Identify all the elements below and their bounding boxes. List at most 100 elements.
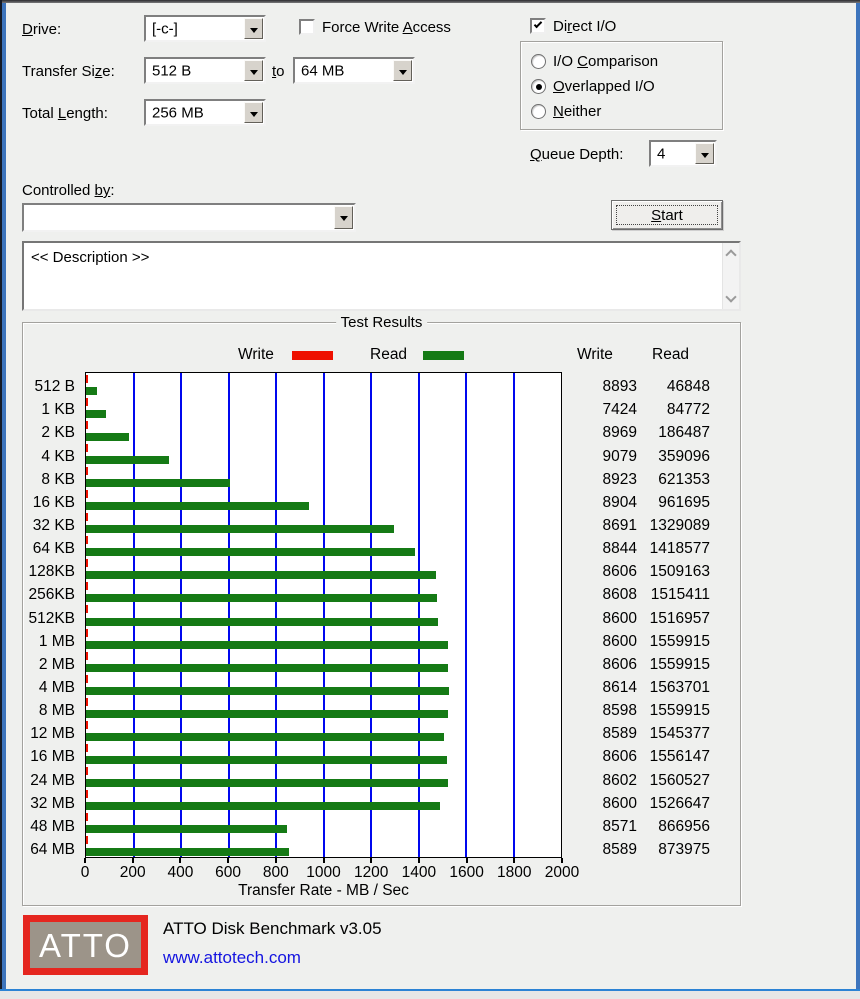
read-value: 186487 — [640, 418, 710, 441]
queue-depth-select[interactable]: 4 — [649, 140, 717, 167]
controlled-by-select[interactable] — [22, 203, 356, 232]
write-values-column: 8893742489699079892389048691884486068608… — [557, 372, 637, 858]
read-value: 1509163 — [640, 557, 710, 580]
total-length-dropdown-button[interactable] — [244, 102, 263, 123]
read-value: 84772 — [640, 395, 710, 418]
write-bar — [86, 536, 88, 544]
x-axis-tick-label: 800 — [263, 864, 289, 882]
read-bar — [86, 687, 449, 695]
write-bar — [86, 675, 88, 683]
read-value: 1560527 — [640, 765, 710, 788]
scroll-down-icon[interactable] — [725, 291, 736, 302]
tick-mark — [275, 858, 277, 863]
chart-row — [86, 488, 561, 511]
chevron-down-icon — [250, 70, 258, 79]
read-bar — [86, 479, 230, 487]
io-comparison-label: I/O Comparison — [553, 53, 658, 70]
chart-row — [86, 719, 561, 742]
controlled-by-dropdown-button[interactable] — [334, 206, 353, 229]
neither-radio[interactable] — [531, 104, 546, 119]
focus-rectangle — [616, 205, 718, 225]
chart-row — [86, 419, 561, 442]
chart-row — [86, 742, 561, 765]
chart-row — [86, 511, 561, 534]
read-value: 621353 — [640, 465, 710, 488]
tick-mark — [227, 858, 229, 863]
attotech-link[interactable]: www.attotech.com — [163, 948, 301, 968]
description-scrollbar[interactable] — [722, 243, 739, 309]
tick-mark — [370, 858, 372, 863]
chart-row — [86, 834, 561, 857]
drive-select[interactable]: [-c-] — [144, 15, 266, 42]
y-axis-label: 16 MB — [0, 742, 80, 765]
write-value: 8893 — [557, 372, 637, 395]
write-value: 8691 — [557, 511, 637, 534]
chart-row — [86, 811, 561, 834]
transfer-size-from-dropdown-button[interactable] — [244, 60, 263, 81]
scroll-up-icon[interactable] — [725, 249, 736, 260]
queue-depth-label: Queue Depth: — [530, 146, 623, 163]
force-write-access-checkbox[interactable] — [299, 19, 315, 35]
x-axis-tick-label: 2000 — [545, 864, 579, 882]
transfer-size-from-select[interactable]: 512 B — [144, 57, 266, 84]
y-axis-label: 64 MB — [0, 835, 80, 858]
write-value: 8602 — [557, 765, 637, 788]
x-axis-tick-label: 1800 — [497, 864, 531, 882]
drive-label: Drive: — [22, 21, 61, 38]
read-bar — [86, 387, 97, 395]
write-value: 9079 — [557, 441, 637, 464]
read-bar — [86, 502, 309, 510]
transfer-size-to-select[interactable]: 64 MB — [293, 57, 415, 84]
overlapped-io-radio[interactable] — [531, 79, 546, 94]
write-value: 8608 — [557, 580, 637, 603]
start-button[interactable]: Start — [611, 200, 723, 230]
drive-dropdown-button[interactable] — [244, 18, 263, 39]
y-axis-label: 12 MB — [0, 719, 80, 742]
write-bar — [86, 721, 88, 729]
atto-logo-text: ATTO — [39, 929, 132, 962]
chevron-down-icon — [701, 153, 709, 162]
io-comparison-radio[interactable] — [531, 54, 546, 69]
y-axis-label: 1 KB — [0, 395, 80, 418]
write-value: 8904 — [557, 488, 637, 511]
direct-io-checkbox[interactable] — [530, 18, 546, 34]
read-bar — [86, 802, 440, 810]
transfer-size-to-dropdown-button[interactable] — [393, 60, 412, 81]
write-bar — [86, 421, 88, 429]
atto-disk-benchmark-window: Drive: [-c-] Force Write Access Direct I… — [0, 0, 860, 999]
chart-row — [86, 765, 561, 788]
queue-depth-dropdown-button[interactable] — [695, 143, 714, 164]
read-value: 1526647 — [640, 789, 710, 812]
tick-mark — [418, 858, 420, 863]
x-axis-tick-label: 600 — [215, 864, 241, 882]
write-bar — [86, 652, 88, 660]
read-value: 961695 — [640, 488, 710, 511]
legend-write-label: Write — [238, 346, 274, 364]
read-value: 1545377 — [640, 719, 710, 742]
y-axis-label: 48 MB — [0, 812, 80, 835]
write-value: 8600 — [557, 789, 637, 812]
total-length-label: Total Length: — [22, 105, 108, 122]
read-value: 866956 — [640, 812, 710, 835]
y-axis-label: 2 KB — [0, 418, 80, 441]
tick-mark — [84, 858, 86, 863]
chart-row — [86, 673, 561, 696]
test-results-title: Test Results — [336, 314, 428, 331]
write-value: 8614 — [557, 673, 637, 696]
x-axis-labels: 0200400600800100012001400160018002000 — [85, 864, 562, 882]
chevron-down-icon — [399, 70, 407, 79]
read-bar — [86, 848, 289, 856]
y-axis-label: 256KB — [0, 580, 80, 603]
total-length-select[interactable]: 256 MB — [144, 99, 266, 126]
read-bar — [86, 433, 129, 441]
chevron-down-icon — [250, 28, 258, 37]
write-value: 8969 — [557, 418, 637, 441]
overlapped-io-label: Overlapped I/O — [553, 78, 655, 95]
read-value: 1329089 — [640, 511, 710, 534]
legend-read-label: Read — [370, 346, 407, 364]
x-axis-tick-label: 0 — [81, 864, 90, 882]
tick-mark — [323, 858, 325, 863]
description-field[interactable]: << Description >> — [22, 241, 741, 311]
read-value: 1516957 — [640, 603, 710, 626]
neither-label: Neither — [553, 103, 601, 120]
